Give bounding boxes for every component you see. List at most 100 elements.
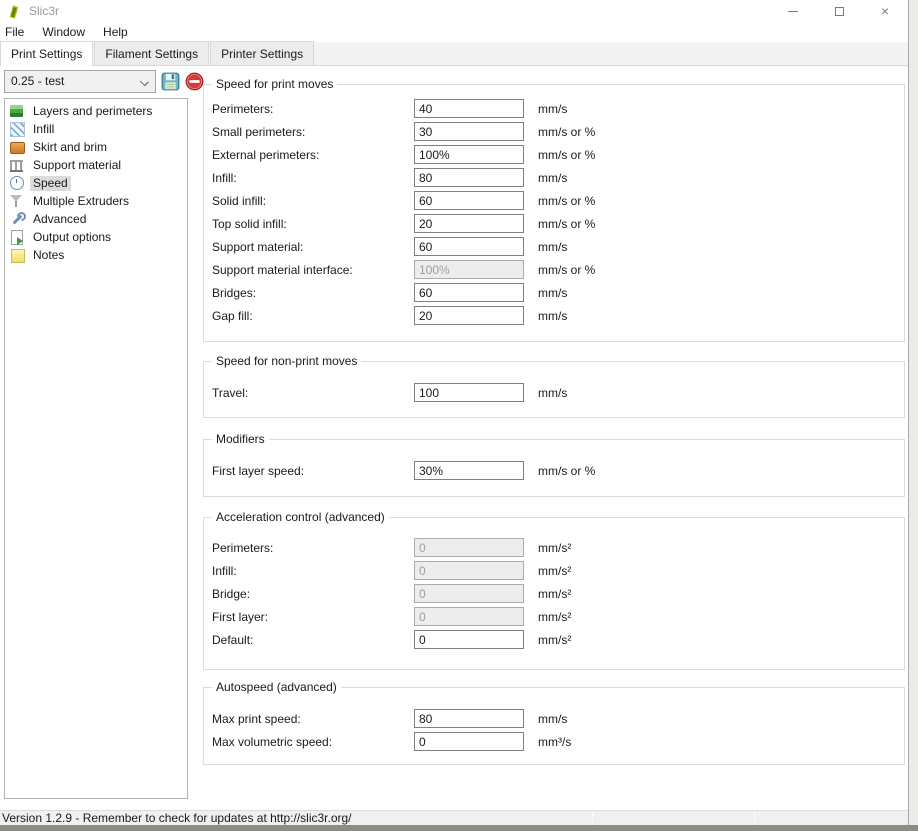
setting-unit: mm³/s xyxy=(538,735,571,749)
tree-item-label: Layers and perimeters xyxy=(30,104,155,119)
tree-item-layers-and-perimeters[interactable]: Layers and perimeters xyxy=(9,102,187,120)
setting-label: First layer speed: xyxy=(212,464,414,478)
setting-label: Gap fill: xyxy=(212,309,414,323)
setting-row: Gap fill: mm/s xyxy=(204,304,904,327)
setting-label: Support material: xyxy=(212,240,414,254)
setting-unit: mm/s² xyxy=(538,564,571,578)
settings-tree: Layers and perimeters Infill Skirt and b… xyxy=(4,98,188,799)
delete-preset-button[interactable] xyxy=(185,72,204,91)
setting-input xyxy=(414,260,524,279)
slic3r-logo-icon xyxy=(6,4,21,19)
close-icon: × xyxy=(881,4,889,18)
tab-label: Print Settings xyxy=(11,47,82,61)
tree-item-advanced[interactable]: Advanced xyxy=(9,210,187,228)
setting-label: Travel: xyxy=(212,386,414,400)
setting-input[interactable] xyxy=(414,630,524,649)
setting-unit: mm/s xyxy=(538,712,567,726)
tree-item-skirt-and-brim[interactable]: Skirt and brim xyxy=(9,138,187,156)
setting-row: Solid infill: mm/s or % xyxy=(204,189,904,212)
settings-group-title: Acceleration control (advanced) xyxy=(212,510,389,524)
setting-input[interactable] xyxy=(414,145,524,164)
setting-unit: mm/s or % xyxy=(538,263,595,277)
setting-label: Small perimeters: xyxy=(212,125,414,139)
setting-row: Infill: mm/s xyxy=(204,166,904,189)
tree-item-notes[interactable]: Notes xyxy=(9,246,187,264)
setting-unit: mm/s² xyxy=(538,610,571,624)
preset-dropdown[interactable]: 0.25 - test xyxy=(4,70,156,93)
setting-input[interactable] xyxy=(414,122,524,141)
setting-input xyxy=(414,584,524,603)
setting-label: Support material interface: xyxy=(212,263,414,277)
window-title: Slic3r xyxy=(29,4,59,18)
save-preset-icon xyxy=(161,72,180,91)
setting-input[interactable] xyxy=(414,383,524,402)
tree-item-multiple-extruders[interactable]: Multiple Extruders xyxy=(9,192,187,210)
tab-printer-settings[interactable]: Printer Settings xyxy=(210,41,314,65)
output-icon xyxy=(9,229,25,245)
speed-icon xyxy=(9,175,25,191)
close-button[interactable]: × xyxy=(862,0,908,22)
settings-group: Autospeed (advanced) Max print speed: mm… xyxy=(203,687,905,765)
slic3r-window: Slic3r × FileWindowHelp Print Settings F… xyxy=(0,0,918,831)
setting-row: First layer speed: mm/s or % xyxy=(204,459,904,482)
save-preset-button[interactable] xyxy=(161,72,180,91)
setting-input[interactable] xyxy=(414,732,524,751)
tab-label: Filament Settings xyxy=(105,47,198,61)
setting-unit: mm/s or % xyxy=(538,148,595,162)
setting-unit: mm/s² xyxy=(538,541,571,555)
desktop-edge-bottom xyxy=(0,825,918,831)
setting-input xyxy=(414,561,524,580)
setting-row: Default: mm/s² xyxy=(204,628,904,651)
setting-label: Top solid infill: xyxy=(212,217,414,231)
tree-item-label: Output options xyxy=(30,230,114,245)
setting-input[interactable] xyxy=(414,99,524,118)
setting-row: Top solid infill: mm/s or % xyxy=(204,212,904,235)
menu-item-window[interactable]: Window xyxy=(33,23,94,41)
setting-label: Bridges: xyxy=(212,286,414,300)
tab-print-settings[interactable]: Print Settings xyxy=(0,41,93,66)
tree-item-label: Speed xyxy=(30,176,71,191)
tree-item-speed[interactable]: Speed xyxy=(9,174,187,192)
setting-input[interactable] xyxy=(414,461,524,480)
setting-input[interactable] xyxy=(414,214,524,233)
setting-input[interactable] xyxy=(414,168,524,187)
setting-row: Infill: mm/s² xyxy=(204,559,904,582)
tree-item-infill[interactable]: Infill xyxy=(9,120,187,138)
tree-item-label: Notes xyxy=(30,248,67,263)
layers-icon xyxy=(9,103,25,119)
setting-input xyxy=(414,538,524,557)
support-icon xyxy=(9,157,25,173)
setting-input[interactable] xyxy=(414,306,524,325)
setting-row: External perimeters: mm/s or % xyxy=(204,143,904,166)
tree-item-support-material[interactable]: Support material xyxy=(9,156,187,174)
skirt-icon xyxy=(9,139,25,155)
settings-group-title: Autospeed (advanced) xyxy=(212,680,341,694)
setting-label: Max volumetric speed: xyxy=(212,735,414,749)
setting-input[interactable] xyxy=(414,709,524,728)
preset-toolbar: 0.25 - test xyxy=(4,69,204,93)
menu-item-file[interactable]: File xyxy=(0,23,33,41)
settings-group-title: Modifiers xyxy=(212,432,269,446)
desktop-edge-right xyxy=(908,0,918,825)
setting-unit: mm/s² xyxy=(538,633,571,647)
setting-unit: mm/s xyxy=(538,286,567,300)
setting-row: Small perimeters: mm/s or % xyxy=(204,120,904,143)
setting-unit: mm/s or % xyxy=(538,125,595,139)
setting-label: Default: xyxy=(212,633,414,647)
wrench-icon xyxy=(9,211,25,227)
setting-row: Perimeters: mm/s xyxy=(204,97,904,120)
extruders-icon xyxy=(9,193,25,209)
tab-filament-settings[interactable]: Filament Settings xyxy=(94,41,209,65)
tree-item-output-options[interactable]: Output options xyxy=(9,228,187,246)
setting-input[interactable] xyxy=(414,237,524,256)
status-text: Version 1.2.9 - Remember to check for up… xyxy=(2,811,352,825)
menu-item-help[interactable]: Help xyxy=(94,23,137,41)
setting-row: Max volumetric speed: mm³/s xyxy=(204,730,904,753)
setting-input[interactable] xyxy=(414,191,524,210)
setting-input xyxy=(414,607,524,626)
maximize-button[interactable] xyxy=(816,0,862,22)
setting-input[interactable] xyxy=(414,283,524,302)
statusbar-divider xyxy=(754,812,755,825)
setting-row: First layer: mm/s² xyxy=(204,605,904,628)
minimize-button[interactable] xyxy=(770,0,816,22)
